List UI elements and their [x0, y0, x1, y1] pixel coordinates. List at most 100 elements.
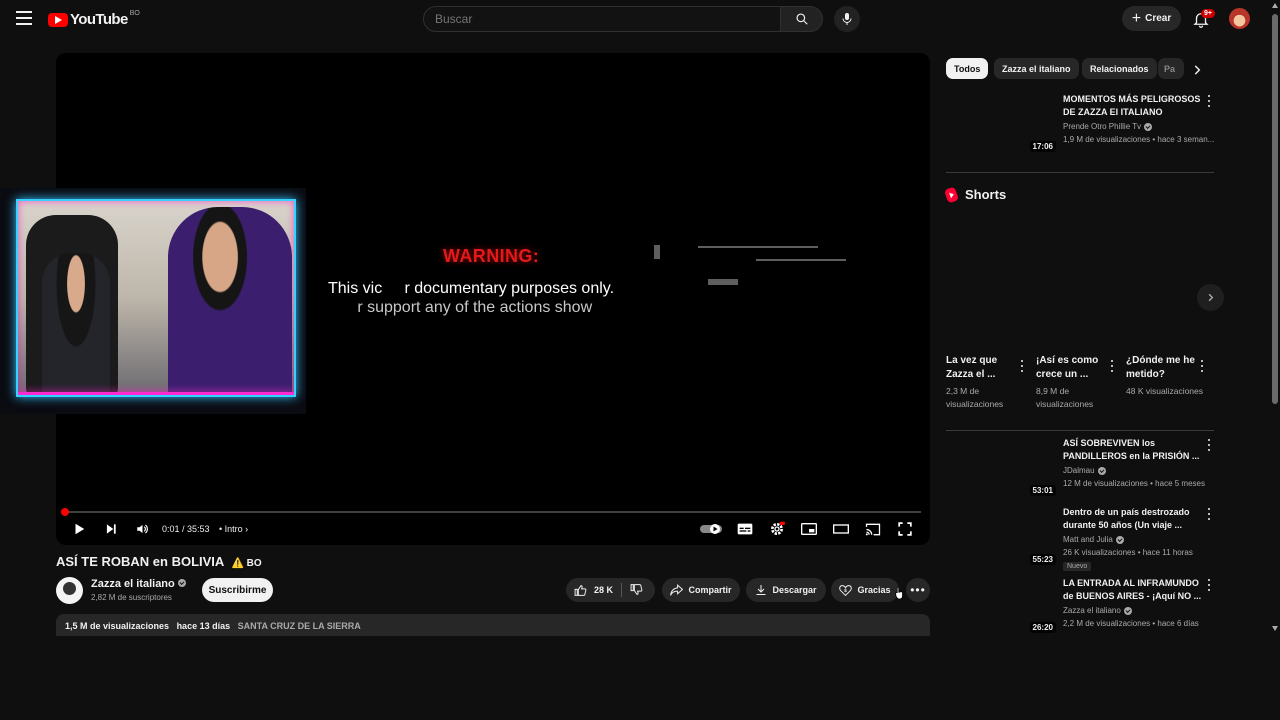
channel-name[interactable]: Zazza el italiano: [91, 578, 186, 590]
dislike-button[interactable]: [630, 583, 643, 598]
next-button[interactable]: [102, 520, 120, 538]
video-warning-text-2: r support any of the actions show: [344, 299, 593, 316]
channel-name[interactable]: Prende Otro Phillie Tv: [1063, 122, 1153, 131]
description-box[interactable]: 1,5 M de visualizaciones hace 13 días SA…: [56, 614, 930, 636]
search-input[interactable]: [423, 6, 781, 32]
more-vertical-icon[interactable]: [1019, 360, 1025, 372]
thanks-button[interactable]: $ Gracias: [831, 578, 899, 602]
more-vertical-icon[interactable]: [1206, 439, 1212, 451]
glitch-artifact: [708, 279, 738, 285]
chapter-label[interactable]: • Intro ›: [219, 524, 248, 534]
video-title[interactable]: MOMENTOS MÁS PELIGROSOS DE ZAZZA El ITAL…: [1063, 93, 1203, 119]
share-label: Compartir: [688, 585, 732, 595]
download-icon: [755, 584, 767, 596]
recommended-video[interactable]: 17:06 MOMENTOS MÁS PELIGROSOS DE ZAZZA E…: [946, 93, 1214, 159]
recommended-video[interactable]: 26:20 LA ENTRADA AL INFRAMUNDO de BUENOS…: [946, 577, 1214, 637]
video-duration: 55:23: [1029, 554, 1056, 565]
new-badge: Nuevo: [1063, 562, 1092, 571]
voice-search-button[interactable]: [834, 6, 860, 32]
create-label: Crear: [1145, 13, 1172, 24]
short-title[interactable]: ¿Dónde me he metido?: [1126, 354, 1196, 382]
video-title[interactable]: Dentro de un país destrozado durante 50 …: [1063, 506, 1203, 532]
video-location[interactable]: SANTA CRUZ DE LA SIERRA: [238, 621, 361, 631]
country-code: BO: [129, 10, 140, 17]
like-divider: [621, 583, 622, 597]
subtitles-button[interactable]: [736, 520, 754, 538]
player-controls: 0:01 / 35:53 • Intro ›: [56, 516, 930, 542]
channel-name[interactable]: JDalmau: [1063, 466, 1106, 475]
chip-zazza-el-italiano[interactable]: Zazza el italiano: [994, 58, 1079, 79]
channel-name-text: Zazza el italiano: [91, 578, 175, 590]
chevron-right-icon[interactable]: [1190, 63, 1204, 77]
webcam-person-left: [42, 253, 110, 393]
skip-next-icon: [106, 524, 116, 534]
shorts-next-button[interactable]: [1197, 284, 1224, 311]
fullscreen-button[interactable]: [896, 520, 914, 538]
channel-name[interactable]: Zazza el italiano: [1063, 606, 1132, 615]
search-button[interactable]: [781, 6, 823, 32]
more-horizontal-icon: •••: [910, 583, 926, 597]
video-title[interactable]: ASÍ SOBREVIVEN los PANDILLEROS en la PRI…: [1063, 437, 1203, 463]
menu-icon[interactable]: [16, 11, 32, 25]
more-vertical-icon[interactable]: [1206, 95, 1212, 107]
theater-mode-button[interactable]: [832, 520, 850, 538]
recommended-video[interactable]: 55:23 Dentro de un país destrozado duran…: [946, 506, 1214, 572]
chip-relacionados[interactable]: Relacionados: [1082, 58, 1157, 79]
miniplayer-button[interactable]: [800, 520, 818, 538]
page-scrollbar[interactable]: [1270, 0, 1280, 720]
channel-name-text: Zazza el italiano: [1063, 606, 1121, 615]
channel-avatar[interactable]: [56, 577, 83, 604]
play-button[interactable]: [70, 520, 88, 538]
video-thumbnail[interactable]: 17:06: [946, 93, 1056, 155]
chip-todos[interactable]: Todos: [946, 58, 989, 79]
video-thumbnail[interactable]: 53:01: [946, 437, 1056, 499]
channel-name[interactable]: Matt and Julia: [1063, 535, 1124, 544]
video-meta: 2,2 M de visualizaciones • hace 6 días: [1063, 619, 1199, 628]
progress-scrubber[interactable]: [61, 508, 69, 516]
recommended-video[interactable]: 53:01 ASÍ SOBREVIVEN los PANDILLEROS en …: [946, 437, 1214, 503]
more-vertical-icon[interactable]: [1206, 508, 1212, 520]
settings-button[interactable]: [768, 520, 786, 538]
video-title: ASÍ TE ROBAN en BOLIVIA ⚠️ BO: [56, 554, 262, 569]
chip-partial[interactable]: Pa: [1158, 58, 1184, 79]
thumbs-up-icon: [574, 584, 587, 596]
short-item[interactable]: La vez que Zazza el ... 2,3 M de visuali…: [946, 354, 1032, 411]
more-vertical-icon[interactable]: [1199, 360, 1205, 372]
autoplay-toggle[interactable]: [699, 520, 723, 538]
scroll-down-arrow-icon[interactable]: [1272, 626, 1278, 631]
svg-text:$: $: [845, 588, 848, 594]
video-title[interactable]: LA ENTRADA AL INFRAMUNDO de BUENOS AIRES…: [1063, 577, 1203, 603]
verified-icon: [1097, 466, 1106, 475]
scroll-up-arrow-icon[interactable]: [1272, 3, 1278, 8]
notification-count-badge: 9+: [1201, 9, 1215, 18]
upload-date: hace 13 días: [176, 621, 231, 631]
short-item[interactable]: ¡Así es como crece un ... 8,9 M de visua…: [1036, 354, 1122, 411]
video-thumbnail[interactable]: 26:20: [946, 577, 1056, 637]
youtube-logo[interactable]: YouTube BO: [48, 10, 140, 28]
download-button[interactable]: Descargar: [746, 578, 826, 602]
more-vertical-icon[interactable]: [1109, 360, 1115, 372]
account-avatar[interactable]: [1229, 8, 1250, 29]
cast-button[interactable]: [864, 520, 882, 538]
create-button[interactable]: + Crear: [1122, 6, 1181, 31]
webcam-person-right: [168, 207, 292, 395]
progress-bar[interactable]: [65, 511, 921, 513]
volume-button[interactable]: [133, 520, 151, 538]
subscribe-button[interactable]: Suscribirme: [202, 578, 273, 602]
video-thumbnail[interactable]: 55:23: [946, 506, 1056, 568]
masthead: YouTube BO + Crear 9+: [0, 0, 1268, 38]
like-button[interactable]: 28 K: [574, 584, 613, 597]
verified-icon: [177, 579, 186, 587]
more-actions-button[interactable]: •••: [906, 578, 930, 602]
more-vertical-icon[interactable]: [1206, 579, 1212, 591]
short-title[interactable]: ¡Así es como crece un ...: [1036, 354, 1106, 382]
short-item[interactable]: ¿Dónde me he metido? 48 K visualizacione…: [1126, 354, 1212, 398]
download-label: Descargar: [772, 585, 817, 595]
glitch-artifact: [654, 245, 660, 259]
short-title[interactable]: La vez que Zazza el ...: [946, 354, 1016, 382]
gear-icon: [771, 521, 785, 535]
share-button[interactable]: Compartir: [662, 578, 740, 602]
time-display: 0:01 / 35:53: [162, 524, 210, 534]
video-warning-title: WARNING:: [443, 246, 540, 266]
scrollbar-thumb[interactable]: [1272, 14, 1278, 404]
